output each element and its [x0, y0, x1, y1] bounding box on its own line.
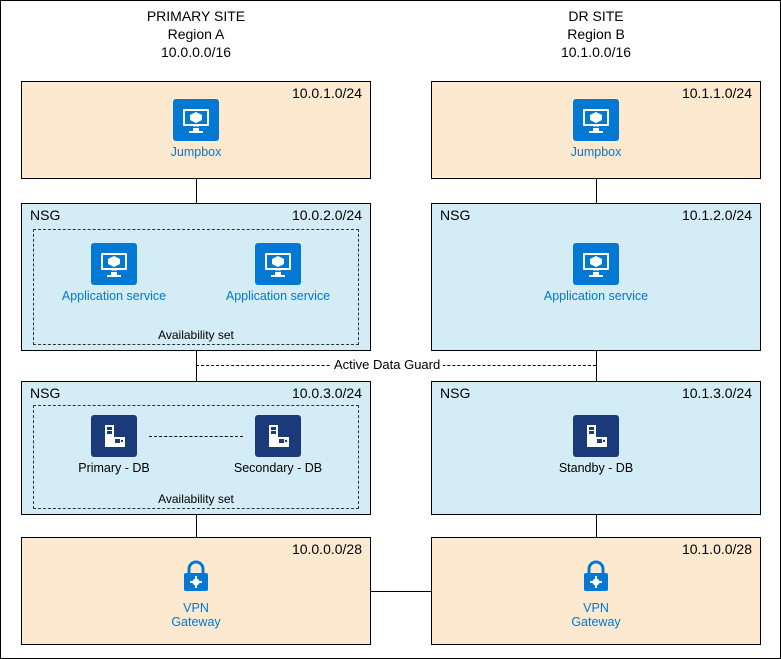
- vm-icon: VM: [573, 243, 619, 285]
- dr-title: DR SITE: [431, 7, 761, 25]
- primary-title: PRIMARY SITE: [21, 7, 371, 25]
- primary-db2-label: Secondary - DB: [223, 461, 333, 475]
- primary-jumpbox-cidr: 10.0.1.0/24: [292, 85, 362, 101]
- connector: [596, 179, 597, 203]
- dr-app-cidr: 10.1.2.0/24: [682, 207, 752, 223]
- dr-vnet-cidr: 10.1.0.0/16: [431, 43, 761, 61]
- primary-db-node-2: Secondary - DB: [223, 415, 333, 475]
- svg-text:VM: VM: [111, 267, 118, 272]
- primary-vpn-node: VPN Gateway: [141, 557, 251, 630]
- vm-icon: VM: [255, 243, 301, 285]
- connector: [196, 351, 197, 381]
- dr-db-cidr: 10.1.3.0/24: [682, 385, 752, 401]
- vm-icon: VM: [173, 99, 219, 141]
- svg-text:VM: VM: [193, 123, 200, 128]
- dr-jumpbox-cidr: 10.1.1.0/24: [682, 85, 752, 101]
- primary-app-node-2: VM Application service: [223, 243, 333, 303]
- primary-db-avset-label: Availability set: [34, 492, 358, 506]
- svg-text:VM: VM: [593, 123, 600, 128]
- vm-icon: VM: [573, 99, 619, 141]
- primary-jumpbox-label: Jumpbox: [141, 145, 251, 159]
- vpn-gateway-icon: [176, 557, 216, 597]
- db-replication-connector: [149, 436, 243, 437]
- dr-jumpbox-node: VM Jumpbox: [541, 99, 651, 159]
- connector: [196, 515, 197, 537]
- primary-app-nsg: NSG: [30, 207, 60, 223]
- dr-vpn-label-2: Gateway: [541, 615, 651, 629]
- primary-db-cidr: 10.0.3.0/24: [292, 385, 362, 401]
- active-data-guard-label: Active Data Guard: [331, 357, 443, 372]
- primary-app1-label: Application service: [59, 289, 169, 303]
- primary-vnet-cidr: 10.0.0.0/16: [21, 43, 371, 61]
- dr-app-node: VM Application service: [541, 243, 651, 303]
- dr-app-nsg: NSG: [440, 207, 470, 223]
- db-server-icon: [255, 415, 301, 457]
- connector: [196, 179, 197, 203]
- connector: [596, 515, 597, 537]
- vm-icon: VM: [91, 243, 137, 285]
- dr-db-nsg: NSG: [440, 385, 470, 401]
- vpn-site-connector: [371, 591, 431, 592]
- primary-vpn-cidr: 10.0.0.0/28: [292, 541, 362, 557]
- svg-text:VM: VM: [275, 267, 282, 272]
- primary-app-node-1: VM Application service: [59, 243, 169, 303]
- db-server-icon: [91, 415, 137, 457]
- primary-db-nsg: NSG: [30, 385, 60, 401]
- primary-site-header: PRIMARY SITE Region A 10.0.0.0/16: [21, 7, 371, 62]
- primary-db-node-1: Primary - DB: [59, 415, 169, 475]
- primary-vpn-label-2: Gateway: [141, 615, 251, 629]
- dr-vpn-cidr: 10.1.0.0/28: [682, 541, 752, 557]
- active-data-guard-connector-v: [596, 365, 597, 381]
- primary-db1-label: Primary - DB: [59, 461, 169, 475]
- dr-app-label: Application service: [541, 289, 651, 303]
- dr-site-header: DR SITE Region B 10.1.0.0/16: [431, 7, 761, 62]
- vpn-gateway-icon: [576, 557, 616, 597]
- primary-app-cidr: 10.0.2.0/24: [292, 207, 362, 223]
- primary-app-avset-label: Availability set: [34, 328, 358, 342]
- dr-region: Region B: [431, 25, 761, 43]
- db-server-icon: [573, 415, 619, 457]
- svg-text:VM: VM: [593, 267, 600, 272]
- dr-db-label: Standby - DB: [541, 461, 651, 475]
- dr-vpn-label-1: VPN: [541, 601, 651, 615]
- primary-app2-label: Application service: [223, 289, 333, 303]
- primary-region: Region A: [21, 25, 371, 43]
- dr-db-node: Standby - DB: [541, 415, 651, 475]
- primary-jumpbox-node: VM Jumpbox: [141, 99, 251, 159]
- diagram-canvas: PRIMARY SITE Region A 10.0.0.0/16 DR SIT…: [0, 0, 781, 659]
- dr-jumpbox-label: Jumpbox: [541, 145, 651, 159]
- primary-vpn-label-1: VPN: [141, 601, 251, 615]
- dr-vpn-node: VPN Gateway: [541, 557, 651, 630]
